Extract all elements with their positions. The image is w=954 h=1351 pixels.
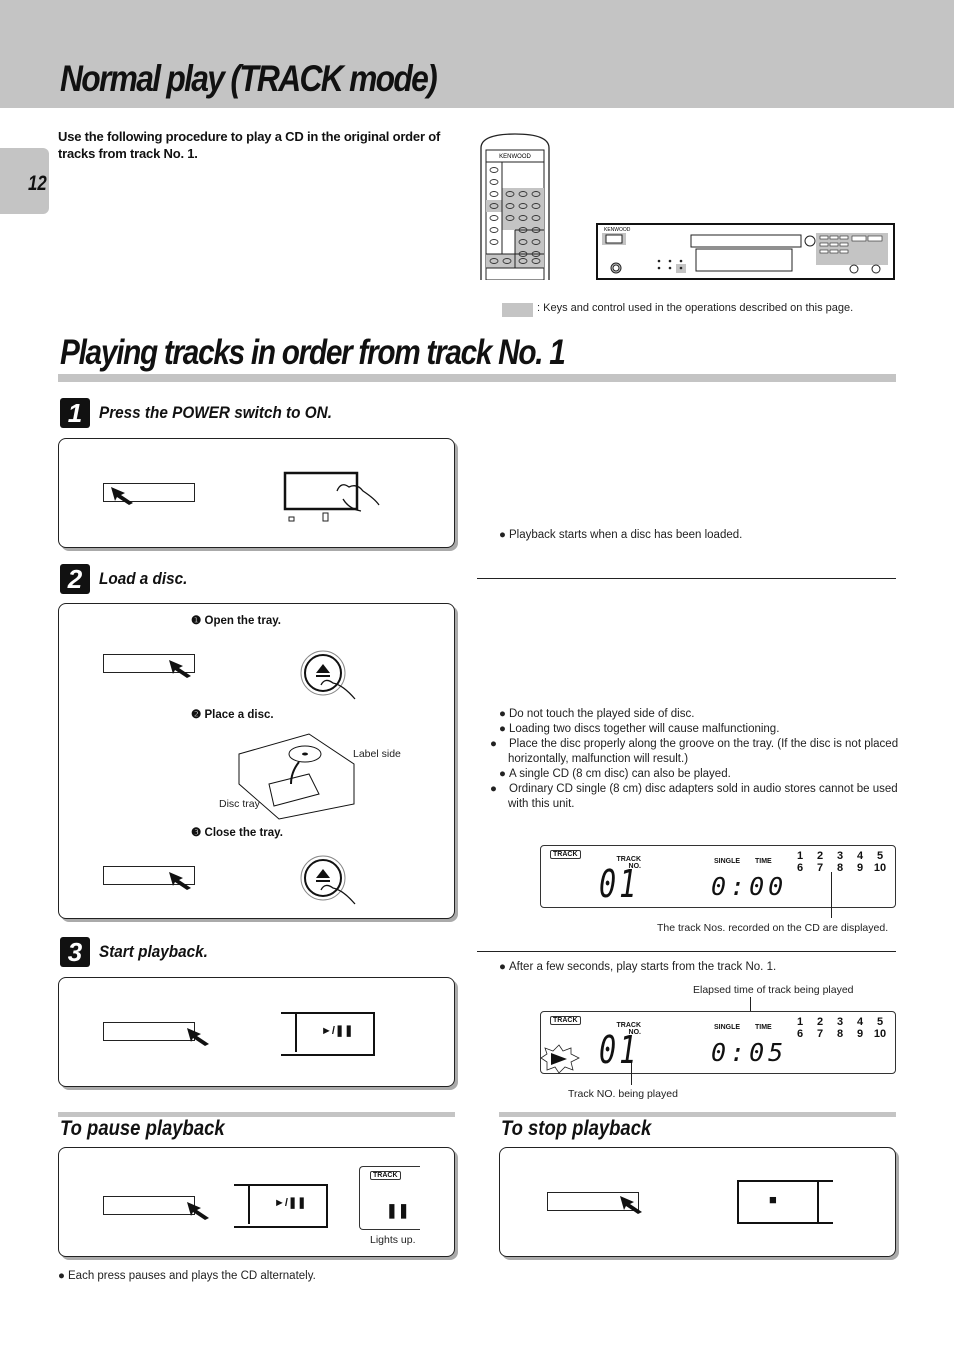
pointer-arrow-icon (169, 660, 191, 678)
play-indicator-icon (540, 1044, 580, 1074)
lcd-display-stopped: TRACK TRACK NO. 01 SINGLE TIME 0:00 1234… (540, 845, 896, 908)
note-item: ● A single CD (8 cm disc) can also be pla… (499, 768, 731, 780)
adjacent-button-fragment (817, 1180, 833, 1224)
time-readout: 0:05 (711, 1038, 788, 1067)
mini-unit-illustration (103, 1022, 195, 1041)
note-item: ● Do not touch the played side of disc. (499, 708, 695, 720)
label-side-caption: Label side (353, 748, 401, 760)
page-title: Normal play (TRACK mode) (60, 58, 438, 99)
pause-button[interactable]: ►/❚❚ (248, 1184, 328, 1224)
stop-panel: ■ (499, 1147, 896, 1257)
callout-line (631, 1063, 632, 1085)
section-rule (58, 374, 896, 382)
track-mode-indicator: TRACK (370, 1171, 401, 1180)
step-2-notes: ● Do not touch the played side of disc. ●… (490, 707, 899, 812)
step-2-panel: ❶ Open the tray. ❷ Place a disc. Label s… (58, 603, 455, 919)
time-label: TIME (755, 858, 772, 865)
single-label: SINGLE (714, 858, 741, 865)
pause-panel: ►/❚❚ TRACK ❚❚ Lights up. (58, 1147, 455, 1257)
note-item: ● Place the disc properly along the groov… (490, 738, 899, 765)
lights-up-caption: Lights up. (370, 1234, 416, 1246)
track-list: 12345 6 7 8 9 10 (796, 1016, 887, 1040)
legend-text: : Keys and control used in the operation… (537, 302, 854, 314)
time-label: TIME (755, 1024, 772, 1031)
pointer-arrow-icon (187, 1028, 209, 1046)
track-list-caption: The track Nos. recorded on the CD are di… (657, 922, 889, 934)
remote-control-illustration: KENWOOD (480, 133, 550, 280)
intro-text: Use the following procedure to play a CD… (58, 129, 441, 161)
step-3-panel: ►/❚❚ (58, 977, 455, 1087)
substep-close: ❸ Close the tray. (191, 827, 283, 839)
stop-title: To stop playback (501, 1117, 652, 1140)
track-no-caption: Track NO. being played (568, 1088, 678, 1100)
step-3-note: ● After a few seconds, play starts from t… (499, 961, 777, 973)
step-1-title: Press the POWER switch to ON. (99, 403, 332, 422)
pointer-arrow-icon (111, 487, 133, 505)
single-label: SINGLE (714, 1024, 741, 1031)
pause-indicator-icon: ❚❚ (386, 1202, 410, 1218)
play-pause-button[interactable]: ►/❚❚ (295, 1012, 375, 1052)
pause-note: ● Each press pauses and plays the CD alte… (58, 1270, 316, 1282)
track-list: 12345 6 7 8 9 10 (796, 850, 887, 874)
substep-open: ❶ Open the tray. (191, 615, 281, 627)
track-number-readout: 01 (599, 862, 640, 906)
pause-display-fragment: TRACK ❚❚ (359, 1166, 420, 1230)
pointer-arrow-icon (187, 1202, 209, 1220)
track-number-readout: 01 (599, 1028, 640, 1072)
lcd-display-playing: TRACK TRACK NO. 01 SINGLE TIME 0:05 1234… (540, 1011, 896, 1074)
remote-brand: KENWOOD (499, 154, 531, 160)
stop-button[interactable]: ■ (737, 1180, 819, 1224)
step-2-title: Load a disc. (99, 569, 188, 588)
divider (477, 578, 896, 579)
step-1-panel (58, 438, 455, 548)
section-title: Playing tracks in order from track No. 1 (60, 333, 566, 372)
step-1-number: 1 (60, 398, 90, 428)
play-pause-label: ►/❚❚ (274, 1197, 307, 1209)
elapsed-time-caption: Elapsed time of track being played (693, 984, 854, 996)
note-item: ● Ordinary CD single (8 cm) disc adapters… (490, 783, 898, 810)
eject-button-open[interactable] (299, 649, 379, 709)
divider (477, 951, 896, 952)
cd-player-front-illustration: KENWOOD (596, 223, 895, 280)
unit-brand: KENWOOD (604, 227, 631, 233)
eject-button-close[interactable] (299, 854, 379, 914)
track-mode-indicator: TRACK (550, 1016, 581, 1025)
power-button-illustration[interactable] (279, 469, 389, 529)
time-readout: 0:00 (711, 872, 788, 901)
pause-title: To pause playback (60, 1117, 225, 1140)
step-3-title: Start playback. (99, 942, 208, 961)
play-pause-label: ►/❚❚ (321, 1025, 354, 1037)
track-mode-indicator: TRACK (550, 850, 581, 859)
step-3-number: 3 (60, 937, 90, 967)
step-1-note: ● Playback starts when a disc has been lo… (499, 529, 743, 541)
legend-swatch (502, 303, 533, 317)
substep-place: ❷ Place a disc. (191, 709, 274, 721)
disc-tray-caption: Disc tray (219, 798, 260, 810)
step-2-number: 2 (60, 564, 90, 594)
note-item: ● Loading two discs together will cause m… (499, 723, 780, 735)
mini-unit-illustration (103, 1196, 195, 1215)
page-number: 12 (28, 172, 47, 195)
callout-line (831, 872, 832, 918)
stop-icon: ■ (769, 1192, 777, 1207)
pointer-arrow-icon (620, 1196, 642, 1214)
pointer-arrow-icon (169, 872, 191, 890)
